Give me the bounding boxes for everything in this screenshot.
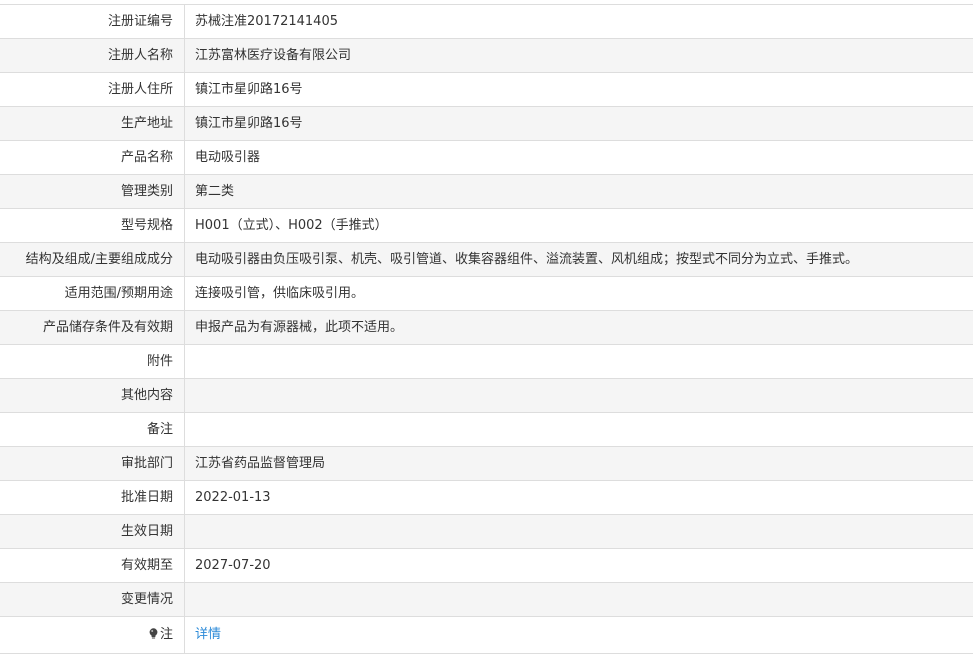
field-value-structure-composition: 电动吸引器由负压吸引泵、机壳、吸引管道、收集容器组件、溢流装置、风机组成；按型式… [195, 252, 859, 267]
field-label-production-address: 生产地址 [0, 107, 185, 140]
field-label-effective-date: 生效日期 [0, 515, 185, 548]
table-row: 备注 [0, 413, 973, 447]
lightbulb-icon [149, 628, 158, 639]
field-label-note: 注 [0, 617, 185, 653]
field-value-attachments [185, 345, 973, 378]
table-row: 有效期至 2027-07-20 [0, 549, 973, 583]
field-value-storage-validity: 申报产品为有源器械，此项不适用。 [195, 320, 404, 335]
field-value-remarks [185, 413, 973, 446]
field-value-note: 详情 [185, 617, 973, 653]
table-row: 批准日期 2022-01-13 [0, 481, 973, 515]
field-value-management-class: 第二类 [195, 184, 235, 199]
table-row: 产品名称 电动吸引器 [0, 141, 973, 175]
field-label-registrant-name: 注册人名称 [0, 39, 185, 72]
field-label-other-content: 其他内容 [0, 379, 185, 412]
field-label-registration-number: 注册证编号 [0, 5, 185, 38]
field-value-production-address: 镇江市星卯路16号 [195, 116, 303, 131]
field-label-valid-until: 有效期至 [0, 549, 185, 582]
field-value-change-status [185, 583, 973, 616]
table-row-note: 注 详情 [0, 617, 973, 654]
field-label-attachments: 附件 [0, 345, 185, 378]
field-label-structure-composition: 结构及组成/主要组成成分 [0, 243, 185, 276]
field-value-other-content [185, 379, 973, 412]
field-value-registrant-address: 镇江市星卯路16号 [195, 82, 303, 97]
field-label-management-class: 管理类别 [0, 175, 185, 208]
field-value-registrant-name: 江苏富林医疗设备有限公司 [195, 48, 352, 63]
field-value-effective-date [185, 515, 973, 548]
field-value-approval-department: 江苏省药品监督管理局 [195, 456, 326, 471]
field-label-approval-date: 批准日期 [0, 481, 185, 514]
table-row: 审批部门 江苏省药品监督管理局 [0, 447, 973, 481]
table-row: 其他内容 [0, 379, 973, 413]
field-value-valid-until: 2027-07-20 [195, 558, 271, 573]
note-label-text: 注 [159, 627, 173, 642]
table-row: 注册人名称 江苏富林医疗设备有限公司 [0, 39, 973, 73]
table-row: 管理类别 第二类 [0, 175, 973, 209]
field-label-storage-validity: 产品储存条件及有效期 [0, 311, 185, 344]
table-row: 产品储存条件及有效期 申报产品为有源器械，此项不适用。 [0, 311, 973, 345]
table-row: 适用范围/预期用途 连接吸引管，供临床吸引用。 [0, 277, 973, 311]
details-link[interactable]: 详情 [195, 627, 221, 642]
field-label-product-name: 产品名称 [0, 141, 185, 174]
field-label-intended-use: 适用范围/预期用途 [0, 277, 185, 310]
field-label-approval-department: 审批部门 [0, 447, 185, 480]
table-row: 生效日期 [0, 515, 973, 549]
field-label-change-status: 变更情况 [0, 583, 185, 616]
field-value-model-spec: H001（立式）、H002（手推式） [195, 218, 388, 233]
field-value-registration-number: 苏械注准20172141405 [195, 14, 338, 29]
table-row: 附件 [0, 345, 973, 379]
registration-detail-table: 注册证编号 苏械注准20172141405 注册人名称 江苏富林医疗设备有限公司… [0, 4, 973, 654]
field-value-intended-use: 连接吸引管，供临床吸引用。 [195, 286, 365, 301]
table-row: 生产地址 镇江市星卯路16号 [0, 107, 973, 141]
field-label-remarks: 备注 [0, 413, 185, 446]
field-value-approval-date: 2022-01-13 [195, 490, 271, 505]
field-label-model-spec: 型号规格 [0, 209, 185, 242]
table-row: 结构及组成/主要组成成分 电动吸引器由负压吸引泵、机壳、吸引管道、收集容器组件、… [0, 243, 973, 277]
field-value-product-name: 电动吸引器 [195, 150, 261, 165]
field-label-registrant-address: 注册人住所 [0, 73, 185, 106]
table-row: 型号规格 H001（立式）、H002（手推式） [0, 209, 973, 243]
table-row: 注册人住所 镇江市星卯路16号 [0, 73, 973, 107]
table-row: 注册证编号 苏械注准20172141405 [0, 5, 973, 39]
table-row: 变更情况 [0, 583, 973, 617]
